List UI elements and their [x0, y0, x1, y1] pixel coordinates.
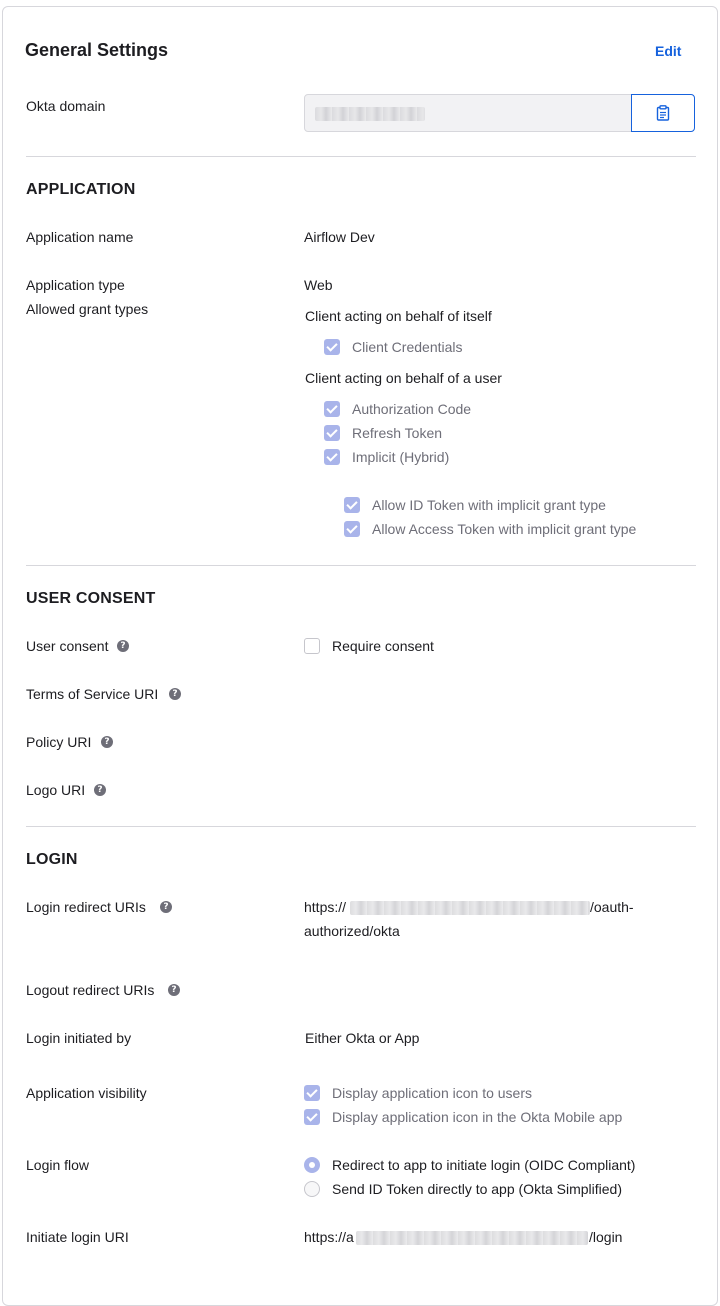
login-heading: LOGIN	[26, 851, 78, 868]
logout-redirect-uris-label: Logout redirect URIs	[26, 982, 155, 998]
grant-types-label: Allowed grant types	[26, 301, 149, 317]
divider	[26, 565, 696, 566]
redirect-uri-line2: authorized/okta	[304, 923, 400, 939]
okta-domain-field[interactable]	[304, 94, 632, 132]
refresh-token-label: Refresh Token	[352, 425, 443, 441]
login-initiated-by-label: Login initiated by	[26, 1030, 132, 1046]
copy-domain-button[interactable]	[631, 94, 695, 132]
panel-title: General Settings	[25, 40, 169, 60]
policy-uri-label: Policy URI	[26, 734, 92, 750]
help-icon[interactable]: ?	[117, 640, 129, 652]
application-name-value: Airflow Dev	[304, 229, 375, 245]
help-icon[interactable]: ?	[94, 784, 106, 796]
application-type-label: Application type	[26, 277, 125, 293]
grant-group-self-label: Client acting on behalf of itself	[305, 308, 492, 324]
application-heading: APPLICATION	[26, 181, 136, 198]
allow-access-token-checkbox[interactable]	[344, 521, 360, 537]
help-icon[interactable]: ?	[169, 688, 181, 700]
initiate-login-uri-label: Initiate login URI	[26, 1229, 129, 1245]
application-visibility-label: Application visibility	[26, 1085, 147, 1101]
redacted-domain	[315, 107, 425, 121]
redirect-uri-prefix: https://	[304, 899, 347, 915]
flow-send-id-radio[interactable]	[304, 1181, 320, 1197]
flow-redirect-label: Redirect to app to initiate login (OIDC …	[332, 1157, 636, 1173]
authorization-code-checkbox[interactable]	[324, 401, 340, 417]
initiate-uri-prefix: https://a	[304, 1229, 354, 1245]
help-icon[interactable]: ?	[160, 901, 172, 913]
help-icon[interactable]: ?	[168, 984, 180, 996]
flow-redirect-radio[interactable]	[304, 1157, 320, 1173]
edit-link[interactable]: Edit	[655, 43, 681, 59]
application-name-label: Application name	[26, 229, 134, 245]
initiate-uri-suffix: /login	[589, 1229, 623, 1245]
login-redirect-uris-label: Login redirect URIs	[26, 899, 146, 915]
flow-send-id-label: Send ID Token directly to app (Okta Simp…	[332, 1181, 622, 1197]
redacted-initiate-host	[356, 1231, 588, 1245]
redacted-redirect-host	[350, 901, 590, 915]
logo-uri-label: Logo URI	[26, 782, 86, 798]
require-consent-label: Require consent	[332, 638, 434, 654]
implicit-hybrid-label: Implicit (Hybrid)	[352, 449, 450, 465]
login-flow-label: Login flow	[26, 1157, 90, 1173]
display-icon-mobile-checkbox[interactable]	[304, 1109, 320, 1125]
divider	[26, 826, 696, 827]
allow-id-token-label: Allow ID Token with implicit grant type	[372, 497, 606, 513]
tos-uri-label: Terms of Service URI	[26, 686, 159, 702]
divider	[26, 156, 696, 157]
client-credentials-checkbox[interactable]	[324, 339, 340, 355]
refresh-token-checkbox[interactable]	[324, 425, 340, 441]
login-initiated-by-value: Either Okta or App	[305, 1030, 420, 1046]
application-type-value: Web	[304, 277, 333, 293]
user-consent-label: User consent	[26, 638, 109, 654]
redirect-uri-suffix: /oauth-	[590, 899, 634, 915]
okta-domain-label: Okta domain	[26, 98, 106, 114]
client-credentials-label: Client Credentials	[352, 339, 463, 355]
display-icon-users-checkbox[interactable]	[304, 1085, 320, 1101]
grant-group-user-label: Client acting on behalf of a user	[305, 370, 502, 386]
display-icon-users-label: Display application icon to users	[332, 1085, 532, 1101]
clipboard-icon	[656, 105, 670, 121]
help-icon[interactable]: ?	[101, 736, 113, 748]
require-consent-checkbox[interactable]	[304, 638, 320, 654]
display-icon-mobile-label: Display application icon in the Okta Mob…	[332, 1109, 623, 1125]
user-consent-heading: USER CONSENT	[26, 590, 156, 607]
authorization-code-label: Authorization Code	[352, 401, 472, 417]
allow-id-token-checkbox[interactable]	[344, 497, 360, 513]
allow-access-token-label: Allow Access Token with implicit grant t…	[372, 521, 637, 537]
implicit-hybrid-checkbox[interactable]	[324, 449, 340, 465]
